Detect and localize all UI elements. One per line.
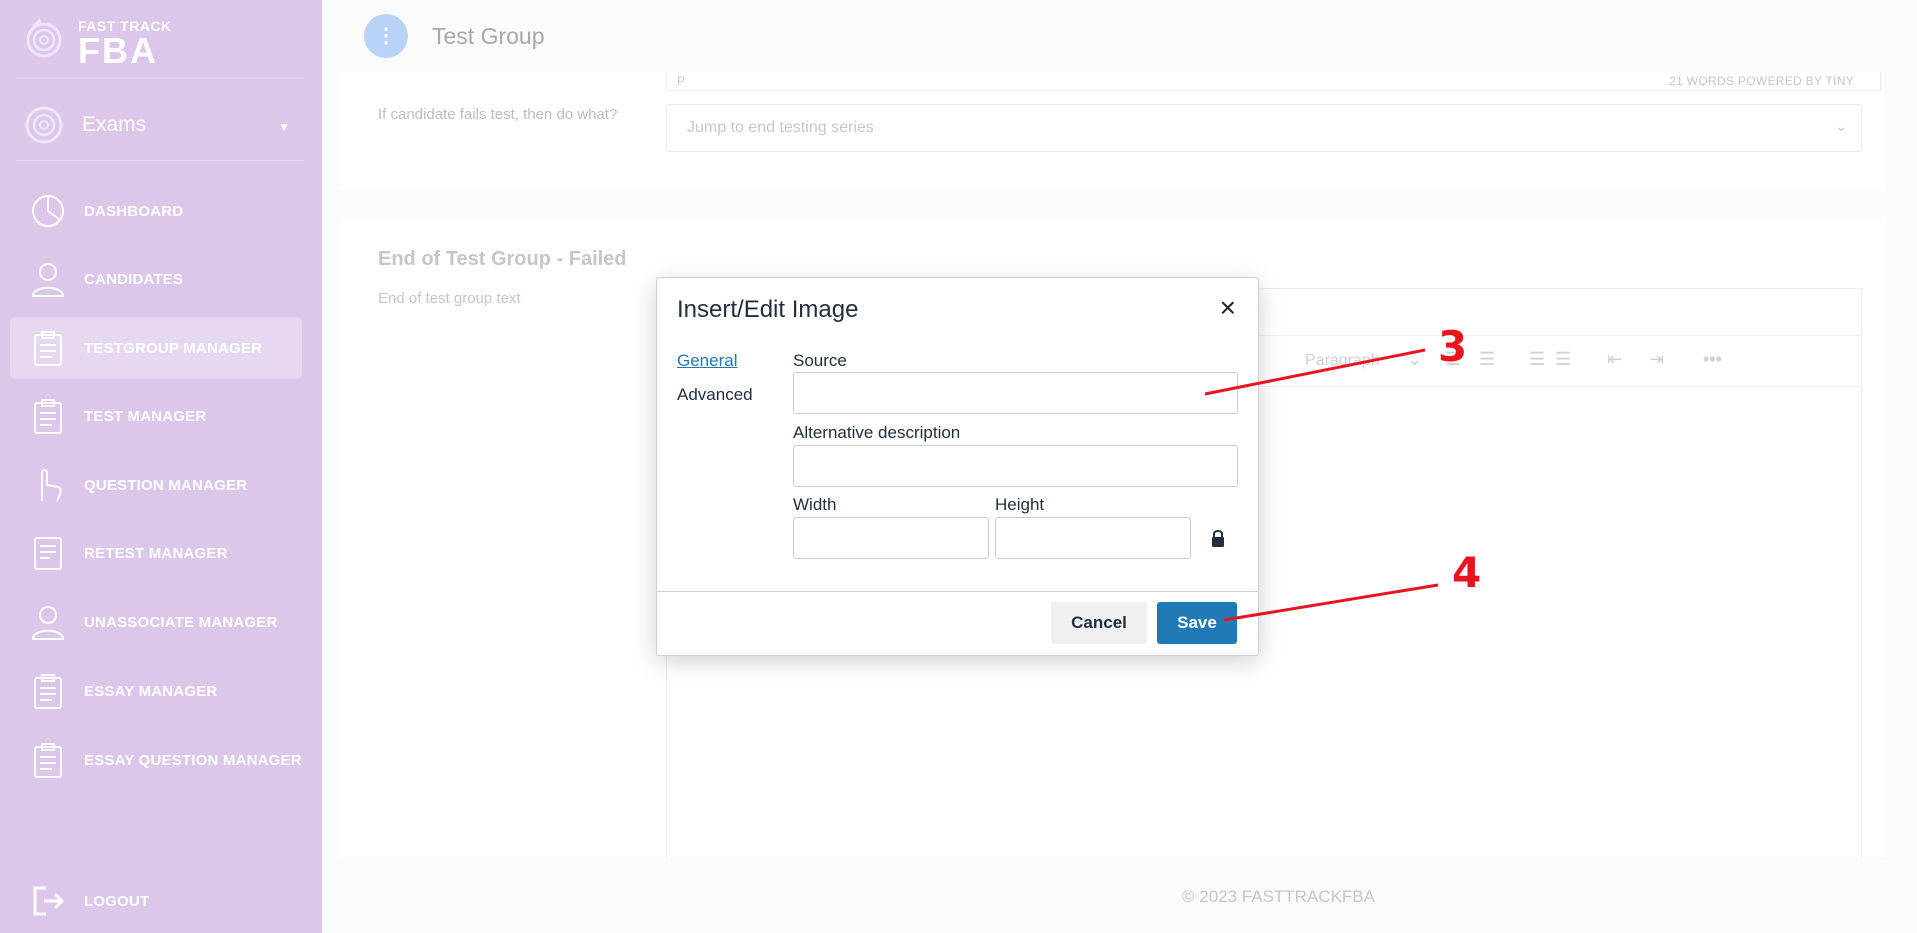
- sidebar-item-label: RETEST MANAGER: [84, 544, 228, 562]
- height-label: Height: [995, 495, 1045, 514]
- alt-description-label: Alternative description: [793, 423, 961, 442]
- sidebar-item-label: TESTGROUP MANAGER: [84, 339, 263, 357]
- section-title: End of Test Group - Failed: [378, 248, 627, 270]
- sidebar: FAST TRACK FBA Exams ▼ DASHBOARD CANDIDA…: [0, 0, 322, 933]
- sidebar-item-unassociate-manager[interactable]: UNASSOCIATE MANAGER: [10, 591, 302, 653]
- top-bar: ⋮ Test Group: [322, 0, 1917, 72]
- sidebar-item-dashboard[interactable]: DASHBOARD: [10, 180, 302, 242]
- sidebar-item-label: ESSAY MANAGER: [84, 682, 218, 700]
- more-options-icon[interactable]: •••: [1703, 349, 1722, 370]
- logo-swirl-icon: [26, 18, 62, 58]
- exams-selector[interactable]: Exams ▼: [24, 102, 298, 148]
- sidebar-item-label: QUESTION MANAGER: [84, 476, 248, 494]
- outdent-icon[interactable]: ⇤: [1607, 349, 1622, 370]
- fail-action-select[interactable]: Jump to end testing series ⌄: [666, 104, 1862, 152]
- dialog-title: Insert/Edit Image: [677, 296, 859, 323]
- pie-chart-icon: [32, 195, 64, 227]
- source-input[interactable]: [793, 372, 1238, 414]
- clipboard-icon: [34, 399, 62, 434]
- word-count: 21 WORDS POWERED BY TINY: [1669, 74, 1854, 88]
- width-label: Width: [793, 495, 837, 514]
- sidebar-item-essay-question-manager[interactable]: ESSAY QUESTION MANAGER: [10, 729, 302, 791]
- save-button[interactable]: Save: [1157, 602, 1237, 644]
- sidebar-divider: [16, 78, 304, 79]
- copyright-text: © 2023 FASTTRACKFBA: [1182, 887, 1375, 906]
- width-input[interactable]: [793, 517, 989, 559]
- lock-icon[interactable]: [1211, 529, 1225, 547]
- tab-general[interactable]: General: [677, 351, 737, 371]
- align-right-icon[interactable]: ☰: [1529, 349, 1545, 370]
- clipboard-icon: [34, 331, 62, 366]
- logout-label: LOGOUT: [84, 892, 150, 910]
- section-subtitle: End of test group text: [378, 290, 521, 307]
- sidebar-divider: [16, 160, 304, 161]
- editor-statusbar: P 21 WORDS POWERED BY TINY: [666, 72, 1881, 91]
- chevron-down-icon: ▼: [278, 120, 290, 134]
- clipboard-icon: [34, 674, 62, 709]
- dialog-divider: [657, 591, 1258, 592]
- chevron-down-icon: ⌄: [1407, 349, 1423, 369]
- user-icon: [31, 606, 65, 640]
- sidebar-item-essay-manager[interactable]: ESSAY MANAGER: [10, 660, 302, 722]
- document-icon: [34, 537, 62, 570]
- logout-icon: [33, 886, 65, 916]
- sidebar-item-testgroup-manager[interactable]: TESTGROUP MANAGER: [10, 317, 302, 379]
- indent-icon[interactable]: ⇥: [1649, 349, 1664, 370]
- page-title: Test Group: [432, 23, 545, 49]
- sidebar-item-label: DASHBOARD: [84, 202, 184, 220]
- sidebar-item-candidates[interactable]: CANDIDATES: [10, 248, 302, 310]
- sidebar-item-label: CANDIDATES: [84, 270, 184, 288]
- align-center-icon[interactable]: ☰: [1479, 349, 1495, 370]
- tab-advanced[interactable]: Advanced: [677, 385, 753, 405]
- clipboard-icon: [34, 743, 62, 778]
- logout-button[interactable]: LOGOUT: [10, 870, 302, 932]
- sidebar-item-label: ESSAY QUESTION MANAGER: [84, 751, 302, 769]
- align-justify-icon[interactable]: ☰: [1555, 349, 1571, 370]
- hand-pointer-icon: [41, 469, 62, 502]
- source-label: Source: [793, 351, 847, 370]
- exams-logo-icon: [25, 106, 63, 144]
- chevron-down-icon: ⌄: [1835, 118, 1847, 134]
- sidebar-item-retest-manager[interactable]: RETEST MANAGER: [10, 522, 302, 584]
- user-icon: [31, 263, 65, 297]
- sidebar-item-question-manager[interactable]: QUESTION MANAGER: [10, 454, 302, 516]
- sidebar-item-label: UNASSOCIATE MANAGER: [84, 613, 278, 631]
- close-icon[interactable]: ×: [1220, 294, 1236, 322]
- paragraph-format-select[interactable]: Paragraph: [1305, 352, 1380, 370]
- annotation-number-3: 3: [1438, 322, 1468, 371]
- alt-description-input[interactable]: [793, 445, 1238, 487]
- height-input[interactable]: [995, 517, 1191, 559]
- exams-label: Exams: [82, 113, 147, 136]
- footer: © 2023 FASTTRACKFBA: [322, 857, 1917, 933]
- brand-big: FBA: [78, 30, 158, 71]
- annotation-number-4: 4: [1452, 548, 1482, 597]
- insert-image-dialog: Insert/Edit Image × General Advanced Sou…: [656, 277, 1259, 656]
- fail-action-label: If candidate fails test, then do what?: [378, 106, 618, 123]
- sidebar-item-label: TEST MANAGER: [84, 407, 207, 425]
- cancel-button[interactable]: Cancel: [1051, 602, 1147, 644]
- sidebar-item-test-manager[interactable]: TEST MANAGER: [10, 385, 302, 447]
- brand-logo[interactable]: FAST TRACK FBA: [24, 16, 172, 71]
- menu-dots-icon[interactable]: ⋮: [364, 14, 408, 58]
- fail-action-value: Jump to end testing series: [687, 119, 874, 136]
- editor-path: P: [677, 74, 686, 88]
